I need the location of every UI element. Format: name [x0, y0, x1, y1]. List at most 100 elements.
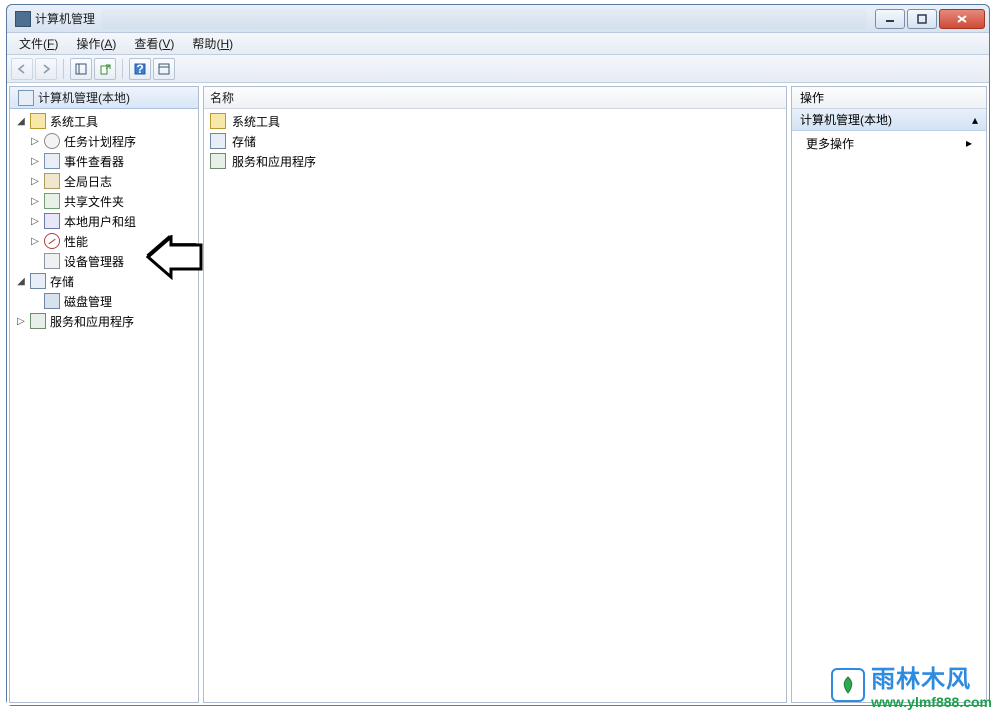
close-icon — [956, 14, 968, 24]
performance-icon — [44, 233, 60, 249]
show-hide-tree-button[interactable] — [70, 58, 92, 80]
list-column-header-name[interactable]: 名称 — [204, 87, 786, 109]
actions-pane: 操作 计算机管理(本地) ▴ 更多操作 ▸ — [791, 86, 987, 703]
menu-help[interactable]: 帮助(H) — [184, 33, 241, 54]
disk-icon — [44, 293, 60, 309]
expander-closed-icon[interactable]: ▷ — [28, 234, 42, 248]
export-icon — [99, 63, 111, 75]
tree-node-disk-management[interactable]: 磁盘管理 — [12, 291, 196, 311]
tree-label: 共享文件夹 — [62, 192, 126, 211]
toolbar: ? — [7, 55, 989, 83]
tree-node-local-users[interactable]: ▷ 本地用户和组 — [12, 211, 196, 231]
tree-pane: 计算机管理(本地) ◢ 系统工具 ▷ 任务计划程序 ▷ 事件查看器 — [9, 86, 199, 703]
clock-icon — [44, 133, 60, 149]
expander-closed-icon[interactable]: ▷ — [28, 214, 42, 228]
titlebar[interactable]: 计算机管理 — [7, 5, 989, 33]
chevron-up-icon: ▴ — [972, 113, 978, 127]
svg-text:?: ? — [136, 63, 143, 75]
computer-icon — [18, 90, 34, 106]
tree-label: 本地用户和组 — [62, 212, 138, 231]
expander-closed-icon[interactable]: ▷ — [28, 174, 42, 188]
expander-none — [28, 294, 42, 308]
tree[interactable]: ◢ 系统工具 ▷ 任务计划程序 ▷ 事件查看器 ▷ 全局日志 — [10, 109, 198, 333]
watermark-brand: 雨林木风 — [871, 659, 992, 694]
tree-label: 存储 — [48, 272, 76, 291]
back-button[interactable] — [11, 58, 33, 80]
actions-more[interactable]: 更多操作 ▸ — [792, 131, 986, 155]
tree-root-label: 计算机管理(本地) — [36, 88, 132, 107]
device-icon — [44, 253, 60, 269]
tools-icon — [210, 113, 226, 129]
tree-node-shared-folders[interactable]: ▷ 共享文件夹 — [12, 191, 196, 211]
menubar: 文件(F) 操作(A) 查看(V) 帮助(H) — [7, 33, 989, 55]
list-pane: 名称 系统工具 存储 服务和应用程序 — [203, 86, 787, 703]
body: 计算机管理(本地) ◢ 系统工具 ▷ 任务计划程序 ▷ 事件查看器 — [7, 83, 989, 705]
services-icon — [210, 153, 226, 169]
expander-none — [28, 254, 42, 268]
storage-icon — [210, 133, 226, 149]
list-item-label: 存储 — [230, 132, 258, 151]
expander-closed-icon[interactable]: ▷ — [14, 314, 28, 328]
actions-group[interactable]: 计算机管理(本地) ▴ — [792, 109, 986, 131]
tools-icon — [30, 113, 46, 129]
expander-closed-icon[interactable]: ▷ — [28, 134, 42, 148]
arrow-right-icon — [40, 63, 52, 75]
tree-node-event-viewer[interactable]: ▷ 事件查看器 — [12, 151, 196, 171]
tree-label: 服务和应用程序 — [48, 312, 136, 331]
tree-label: 磁盘管理 — [62, 292, 114, 311]
watermark-url: www.ylmf888.com — [871, 694, 992, 710]
titlebar-blur — [101, 9, 867, 29]
tree-node-storage[interactable]: ◢ 存储 — [12, 271, 196, 291]
tree-node-task-scheduler[interactable]: ▷ 任务计划程序 — [12, 131, 196, 151]
close-button[interactable] — [939, 9, 985, 29]
list-item[interactable]: 服务和应用程序 — [206, 151, 784, 171]
menu-file[interactable]: 文件(F) — [11, 33, 66, 54]
arrow-left-icon — [16, 63, 28, 75]
list-item-label: 系统工具 — [230, 112, 282, 131]
help-icon: ? — [134, 63, 146, 75]
forward-button[interactable] — [35, 58, 57, 80]
tree-label: 设备管理器 — [62, 252, 126, 271]
list-item[interactable]: 系统工具 — [206, 111, 784, 131]
toolbar-sep — [63, 59, 64, 79]
menu-view[interactable]: 查看(V) — [126, 33, 182, 54]
expander-closed-icon[interactable]: ▷ — [28, 154, 42, 168]
properties-icon — [158, 63, 170, 75]
expander-open-icon[interactable]: ◢ — [14, 114, 28, 128]
minimize-button[interactable] — [875, 9, 905, 29]
event-icon — [44, 153, 60, 169]
properties-button[interactable] — [153, 58, 175, 80]
tree-node-global-log[interactable]: ▷ 全局日志 — [12, 171, 196, 191]
log-icon — [44, 173, 60, 189]
expander-open-icon[interactable]: ◢ — [14, 274, 28, 288]
tree-label: 全局日志 — [62, 172, 114, 191]
export-button[interactable] — [94, 58, 116, 80]
watermark-logo-icon — [831, 668, 865, 702]
watermark: 雨林木风 www.ylmf888.com — [831, 659, 992, 710]
services-icon — [30, 313, 46, 329]
list-item-label: 服务和应用程序 — [230, 152, 318, 171]
menu-action[interactable]: 操作(A) — [68, 33, 124, 54]
window-frame: 计算机管理 文件(F) 操作(A) 查看(V) 帮助(H) ? — [6, 4, 990, 706]
list-header-label: 名称 — [210, 89, 234, 106]
tree-node-system-tools[interactable]: ◢ 系统工具 — [12, 111, 196, 131]
tree-root-header[interactable]: 计算机管理(本地) — [10, 87, 198, 109]
minimize-icon — [885, 14, 895, 24]
maximize-button[interactable] — [907, 9, 937, 29]
list-item[interactable]: 存储 — [206, 131, 784, 151]
actions-header: 操作 — [792, 87, 986, 109]
expander-closed-icon[interactable]: ▷ — [28, 194, 42, 208]
actions-header-label: 操作 — [800, 89, 824, 106]
tree-node-services[interactable]: ▷ 服务和应用程序 — [12, 311, 196, 331]
storage-icon — [30, 273, 46, 289]
tree-label: 任务计划程序 — [62, 132, 138, 151]
tree-node-performance[interactable]: ▷ 性能 — [12, 231, 196, 251]
tree-label: 性能 — [62, 232, 90, 251]
actions-group-label: 计算机管理(本地) — [800, 111, 892, 128]
window-title: 计算机管理 — [35, 10, 95, 27]
tree-node-device-manager[interactable]: 设备管理器 — [12, 251, 196, 271]
tree-label: 系统工具 — [48, 112, 100, 131]
list[interactable]: 系统工具 存储 服务和应用程序 — [204, 109, 786, 173]
help-button[interactable]: ? — [129, 58, 151, 80]
chevron-right-icon: ▸ — [966, 136, 972, 150]
